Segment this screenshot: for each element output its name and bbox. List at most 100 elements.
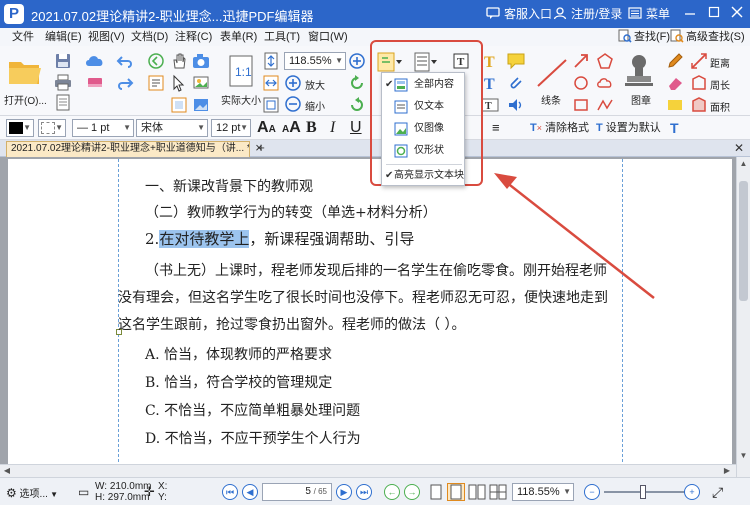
clear-format-button[interactable]: T× 清除格式 (530, 120, 589, 136)
text-props-icon[interactable]: T (670, 118, 679, 138)
zoom-in-label[interactable]: 放大 (305, 77, 325, 92)
fit-page-icon[interactable] (262, 52, 280, 70)
scroll-right-icon[interactable]: ▶ (720, 465, 734, 477)
cursor-icon[interactable] (170, 74, 188, 92)
rectangle-tool-icon[interactable] (572, 96, 590, 114)
document-tab[interactable]: 2021.07.02理论精讲2-职业理念+职业道德知与（讲... * (6, 141, 250, 157)
fill-color-picker[interactable]: ▼ (38, 119, 66, 137)
continuous-page-icon[interactable] (447, 483, 465, 501)
circle-tool-icon[interactable] (572, 74, 590, 92)
open-folder-icon[interactable] (7, 54, 43, 88)
camera-icon[interactable] (192, 52, 210, 70)
cloud-icon[interactable] (84, 52, 106, 70)
find-button[interactable]: 查找(F) (618, 29, 670, 45)
zoom-select[interactable]: 118.55% ▼ (284, 52, 346, 70)
scroll-down-icon[interactable]: ▼ (737, 449, 750, 463)
italic-icon[interactable]: I (330, 118, 335, 138)
dropdown-item-text-only[interactable]: 仅文本 (382, 97, 464, 117)
two-page-continuous-icon[interactable] (489, 484, 507, 500)
single-page-icon[interactable] (428, 484, 444, 500)
scroll-thumb[interactable] (739, 181, 748, 301)
set-default-button[interactable]: T 设置为默认 (596, 120, 661, 136)
increase-font-icon[interactable]: AA (257, 118, 276, 140)
distance-label[interactable]: 距离 (710, 55, 730, 70)
polyline-icon[interactable] (596, 96, 614, 114)
page-number-input[interactable]: 5 / 65 (262, 483, 332, 501)
maximize-button[interactable] (706, 6, 722, 22)
menu-file[interactable]: 文件 (12, 30, 34, 44)
actual-size-icon[interactable]: 1:1 (226, 54, 256, 90)
zoom-slider[interactable] (604, 491, 688, 493)
snapshot-icon[interactable] (192, 74, 210, 92)
area-icon[interactable] (690, 96, 708, 114)
last-page-button[interactable]: ⏭ (356, 484, 372, 500)
new-tab-icon[interactable]: + (254, 141, 268, 155)
distance-icon[interactable] (690, 52, 708, 70)
font-select[interactable]: 宋体 ▼ (136, 119, 208, 137)
save-icon[interactable] (54, 52, 72, 70)
line-tool-icon[interactable] (534, 56, 570, 90)
advanced-find-button[interactable]: 高级查找(S) (670, 29, 745, 45)
login-button[interactable]: 注册/登录 (553, 5, 622, 23)
area-label[interactable]: 面积 (710, 99, 730, 114)
actual-size-label[interactable]: 实际大小 (221, 92, 261, 107)
menu-view[interactable]: 视图(V) (88, 30, 125, 44)
scroll-left-icon[interactable]: ◀ (0, 465, 14, 477)
edit-object-icon[interactable] (170, 96, 188, 114)
document-icon[interactable] (54, 94, 72, 112)
attach-icon[interactable] (506, 74, 526, 92)
zoom-out-icon[interactable] (284, 95, 302, 113)
eraser-tool-icon[interactable] (666, 74, 684, 92)
redo-icon[interactable] (116, 74, 134, 92)
stamp-label[interactable]: 图章 (631, 92, 651, 107)
support-button[interactable]: 客服入口 (486, 5, 552, 23)
rotate-left-icon[interactable] (348, 74, 366, 92)
print-icon[interactable] (54, 73, 72, 91)
cloud-shape-icon[interactable] (596, 74, 614, 92)
align-right-icon[interactable]: ≡ (492, 118, 500, 138)
line-width-select[interactable]: — 1 pt ▼ (72, 119, 134, 137)
horizontal-scrollbar[interactable]: ◀ ▶ (0, 464, 736, 477)
polygon-icon[interactable] (596, 52, 614, 70)
status-expand-icon[interactable]: ⤢ (712, 484, 723, 501)
perimeter-icon[interactable] (690, 74, 708, 92)
history-forward-button[interactable]: → (404, 484, 420, 500)
zoom-slider-thumb[interactable] (640, 485, 646, 499)
menu-comment[interactable]: 注释(C) (175, 30, 212, 44)
note-icon[interactable] (506, 52, 526, 70)
zoom-in-button[interactable]: + (684, 484, 700, 500)
prev-page-button[interactable]: ◀ (242, 484, 258, 500)
text-color-picker[interactable]: ▼ (6, 119, 34, 137)
open-label[interactable]: 打开(O)... (4, 92, 47, 107)
zoom-plus-icon[interactable] (348, 52, 366, 70)
bold-icon[interactable]: B (306, 118, 317, 138)
fit-width-icon[interactable] (262, 74, 280, 92)
menu-edit[interactable]: 编辑(E) (45, 30, 82, 44)
next-page-button[interactable]: ▶ (336, 484, 352, 500)
menu-form[interactable]: 表单(R) (220, 30, 257, 44)
scroll-up-icon[interactable]: ▲ (737, 157, 750, 171)
hand-icon[interactable] (170, 52, 188, 70)
close-button[interactable] (729, 6, 745, 22)
dropdown-item-all-content[interactable]: ✔ 全部内容 (382, 75, 464, 95)
line-label[interactable]: 线条 (541, 92, 561, 107)
decrease-font-icon[interactable]: AA (282, 118, 301, 140)
pencil-icon[interactable] (666, 52, 684, 70)
fit-visible-icon[interactable] (262, 96, 280, 114)
sound-icon[interactable] (506, 96, 526, 114)
stamp-icon[interactable] (622, 52, 656, 90)
status-zoom-select[interactable]: 118.55% ▼ (512, 483, 574, 501)
zoom-out-label[interactable]: 缩小 (305, 98, 325, 113)
text-field-icon[interactable]: T (481, 96, 499, 114)
close-all-tabs-icon[interactable]: ✕ (734, 141, 744, 155)
text-box-icon[interactable]: T (481, 52, 499, 70)
first-page-button[interactable]: ⏮ (222, 484, 238, 500)
menu-window[interactable]: 窗口(W) (308, 30, 348, 44)
font-size-select[interactable]: 12 pt ▼ (211, 119, 251, 137)
menu-tools[interactable]: 工具(T) (264, 30, 300, 44)
two-page-icon[interactable] (468, 484, 486, 500)
undo-icon[interactable] (116, 52, 134, 70)
callout-icon[interactable]: T (481, 74, 499, 92)
arrow-tool-icon[interactable] (572, 52, 590, 70)
zoom-out-button[interactable]: − (584, 484, 600, 500)
